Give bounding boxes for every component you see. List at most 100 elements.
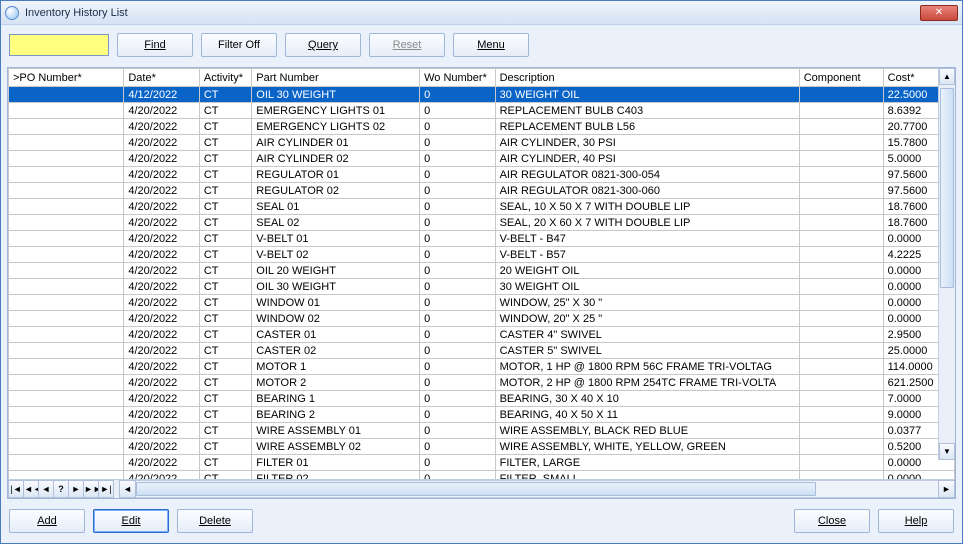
cell-po[interactable] (9, 455, 124, 471)
cell-desc[interactable]: CASTER 4" SWIVEL (495, 327, 799, 343)
cell-date[interactable]: 4/20/2022 (124, 327, 200, 343)
cell-desc[interactable]: WINDOW, 20" X 25 " (495, 311, 799, 327)
cell-part[interactable]: BEARING 2 (252, 407, 420, 423)
cell-po[interactable] (9, 295, 124, 311)
cell-desc[interactable]: 30 WEIGHT OIL (495, 279, 799, 295)
delete-button[interactable]: Delete (177, 509, 253, 533)
cell-po[interactable] (9, 263, 124, 279)
scroll-down-icon[interactable]: ▼ (939, 443, 955, 460)
cell-po[interactable] (9, 247, 124, 263)
cell-comp[interactable] (799, 263, 883, 279)
table-row[interactable]: 4/20/2022CTCASTER 010CASTER 4" SWIVEL2.9… (9, 327, 955, 343)
cell-act[interactable]: CT (199, 407, 251, 423)
cell-desc[interactable]: AIR CYLINDER, 30 PSI (495, 135, 799, 151)
cell-po[interactable] (9, 183, 124, 199)
table-row[interactable]: 4/20/2022CTWIRE ASSEMBLY 020WIRE ASSEMBL… (9, 439, 955, 455)
cell-comp[interactable] (799, 311, 883, 327)
cell-desc[interactable]: FILTER, LARGE (495, 455, 799, 471)
cell-part[interactable]: V-BELT 01 (252, 231, 420, 247)
filter-off-button[interactable]: Filter Off (201, 33, 277, 57)
window-close-button[interactable]: ✕ (920, 5, 958, 21)
grid-scroll[interactable]: >PO Number* Date* Activity* Part Number … (8, 68, 955, 479)
cell-date[interactable]: 4/20/2022 (124, 279, 200, 295)
cell-part[interactable]: WIRE ASSEMBLY 01 (252, 423, 420, 439)
cell-desc[interactable]: MOTOR, 2 HP @ 1800 RPM 254TC FRAME TRI-V… (495, 375, 799, 391)
titlebar[interactable]: Inventory History List ✕ (1, 1, 962, 25)
cell-act[interactable]: CT (199, 247, 251, 263)
cell-comp[interactable] (799, 199, 883, 215)
cell-wo[interactable]: 0 (420, 215, 496, 231)
table-row[interactable]: 4/20/2022CTBEARING 20BEARING, 40 X 50 X … (9, 407, 955, 423)
cell-po[interactable] (9, 231, 124, 247)
cell-wo[interactable]: 0 (420, 391, 496, 407)
cell-wo[interactable]: 0 (420, 471, 496, 480)
nav-next-button[interactable]: ► (68, 480, 84, 498)
table-row[interactable]: 4/20/2022CTV-BELT 010V-BELT - B470.0000 (9, 231, 955, 247)
cell-date[interactable]: 4/20/2022 (124, 359, 200, 375)
table-row[interactable]: 4/20/2022CTFILTER 020FILTER, SMALL0.0000 (9, 471, 955, 480)
cell-date[interactable]: 4/20/2022 (124, 103, 200, 119)
table-row[interactable]: 4/20/2022CTSEAL 010SEAL, 10 X 50 X 7 WIT… (9, 199, 955, 215)
cell-wo[interactable]: 0 (420, 151, 496, 167)
cell-comp[interactable] (799, 295, 883, 311)
cell-comp[interactable] (799, 359, 883, 375)
vertical-scrollbar[interactable]: ▲ ▼ (938, 68, 955, 460)
cell-act[interactable]: CT (199, 183, 251, 199)
cell-desc[interactable]: SEAL, 10 X 50 X 7 WITH DOUBLE LIP (495, 199, 799, 215)
cell-part[interactable]: BEARING 1 (252, 391, 420, 407)
cell-wo[interactable]: 0 (420, 119, 496, 135)
col-header-date[interactable]: Date* (124, 69, 200, 87)
table-row[interactable]: 4/20/2022CTCASTER 020CASTER 5" SWIVEL25.… (9, 343, 955, 359)
cell-part[interactable]: AIR CYLINDER 02 (252, 151, 420, 167)
table-row[interactable]: 4/20/2022CTOIL 30 WEIGHT030 WEIGHT OIL0.… (9, 279, 955, 295)
col-header-comp[interactable]: Component (799, 69, 883, 87)
cell-part[interactable]: V-BELT 02 (252, 247, 420, 263)
nav-last-button[interactable]: ►| (98, 480, 114, 498)
cell-desc[interactable]: SEAL, 20 X 60 X 7 WITH DOUBLE LIP (495, 215, 799, 231)
cell-act[interactable]: CT (199, 103, 251, 119)
cell-act[interactable]: CT (199, 167, 251, 183)
table-row[interactable]: 4/20/2022CTBEARING 10BEARING, 30 X 40 X … (9, 391, 955, 407)
table-row[interactable]: 4/20/2022CTEMERGENCY LIGHTS 010REPLACEME… (9, 103, 955, 119)
cell-wo[interactable]: 0 (420, 279, 496, 295)
cell-desc[interactable]: 20 WEIGHT OIL (495, 263, 799, 279)
cell-act[interactable]: CT (199, 375, 251, 391)
cell-act[interactable]: CT (199, 199, 251, 215)
cell-act[interactable]: CT (199, 279, 251, 295)
cell-comp[interactable] (799, 343, 883, 359)
cell-desc[interactable]: WINDOW, 25" X 30 " (495, 295, 799, 311)
cell-date[interactable]: 4/20/2022 (124, 423, 200, 439)
cell-po[interactable] (9, 311, 124, 327)
table-row[interactable]: 4/20/2022CTAIR CYLINDER 010AIR CYLINDER,… (9, 135, 955, 151)
cell-date[interactable]: 4/12/2022 (124, 87, 200, 103)
cell-po[interactable] (9, 359, 124, 375)
cell-wo[interactable]: 0 (420, 439, 496, 455)
inventory-table[interactable]: >PO Number* Date* Activity* Part Number … (8, 68, 955, 479)
cell-act[interactable]: CT (199, 439, 251, 455)
cell-part[interactable]: WINDOW 02 (252, 311, 420, 327)
table-row[interactable]: 4/20/2022CTWINDOW 010WINDOW, 25" X 30 "0… (9, 295, 955, 311)
cell-date[interactable]: 4/20/2022 (124, 295, 200, 311)
table-row[interactable]: 4/20/2022CTMOTOR 10MOTOR, 1 HP @ 1800 RP… (9, 359, 955, 375)
cell-po[interactable] (9, 471, 124, 480)
cell-date[interactable]: 4/20/2022 (124, 215, 200, 231)
col-header-part[interactable]: Part Number (252, 69, 420, 87)
cell-wo[interactable]: 0 (420, 199, 496, 215)
nav-nextpage-button[interactable]: ►► (83, 480, 99, 498)
cell-wo[interactable]: 0 (420, 231, 496, 247)
hscroll-thumb[interactable] (136, 482, 816, 496)
cell-date[interactable]: 4/20/2022 (124, 199, 200, 215)
cell-comp[interactable] (799, 215, 883, 231)
cell-date[interactable]: 4/20/2022 (124, 407, 200, 423)
cell-act[interactable]: CT (199, 343, 251, 359)
cell-part[interactable]: FILTER 02 (252, 471, 420, 480)
cell-act[interactable]: CT (199, 215, 251, 231)
cell-desc[interactable]: 30 WEIGHT OIL (495, 87, 799, 103)
cell-part[interactable]: REGULATOR 02 (252, 183, 420, 199)
cell-comp[interactable] (799, 279, 883, 295)
cell-po[interactable] (9, 103, 124, 119)
cell-wo[interactable]: 0 (420, 407, 496, 423)
cell-part[interactable]: SEAL 01 (252, 199, 420, 215)
search-input[interactable] (9, 34, 109, 56)
cell-comp[interactable] (799, 375, 883, 391)
